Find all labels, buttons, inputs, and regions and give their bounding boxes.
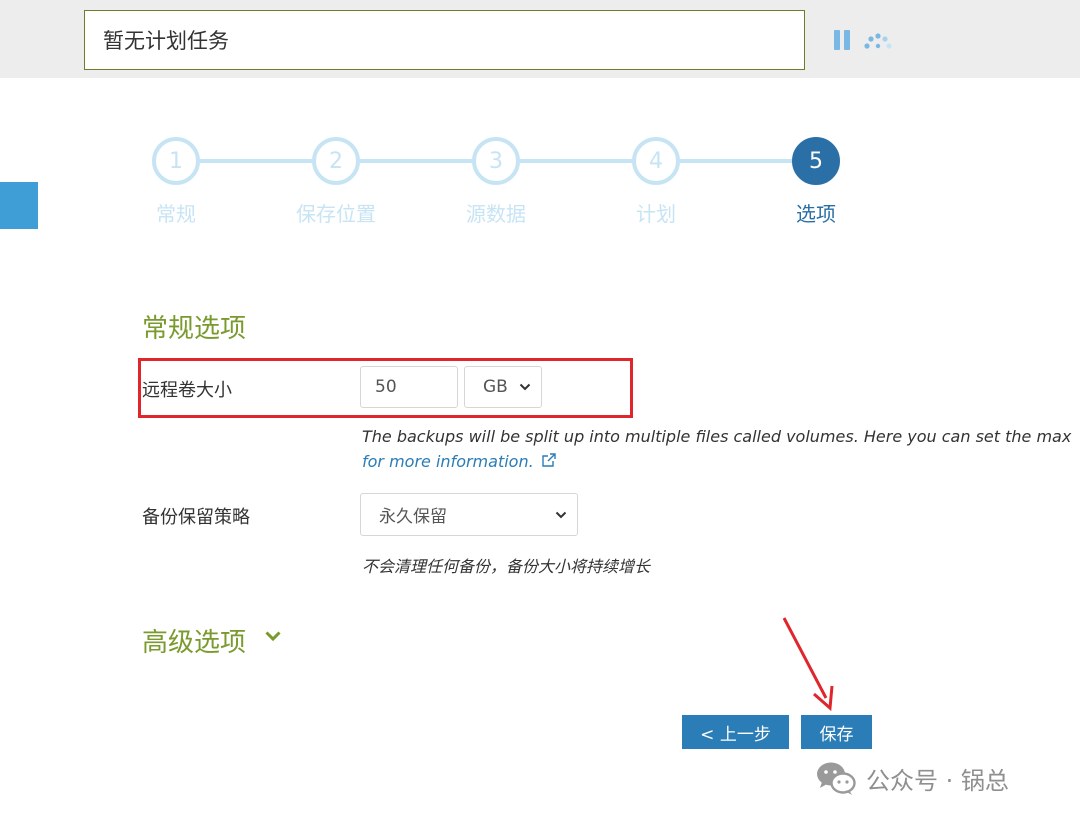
volume-size-help-text: The backups will be split up into multip…: [362, 427, 1072, 446]
watermark: 公众号 · 锅总: [816, 758, 1009, 798]
page-root: 暂无计划任务 1 2 3 4 5 常规 保存位置 源数据 计划 选项 常规选项 …: [0, 0, 1080, 821]
advanced-options-toggle[interactable]: 高级选项: [142, 622, 246, 659]
retention-policy-value: 永久保留: [379, 507, 447, 527]
more-info-link[interactable]: for more information.: [362, 452, 534, 471]
step-4-label[interactable]: 计划: [586, 198, 726, 227]
external-link-icon[interactable]: [540, 451, 558, 469]
save-button[interactable]: 保存: [801, 715, 872, 749]
retention-policy-help: 不会清理任何备份，备份大小将持续增长: [362, 557, 651, 576]
step-3-label[interactable]: 源数据: [426, 198, 566, 227]
step-3-number: 3: [489, 148, 503, 174]
step-2-label[interactable]: 保存位置: [266, 198, 406, 227]
step-2-circle[interactable]: 2: [312, 137, 360, 185]
step-1-label[interactable]: 常规: [106, 198, 246, 227]
wizard-stepper: 1 2 3 4 5 常规 保存位置 源数据 计划 选项: [0, 0, 1080, 240]
arrow-annotation-icon: [782, 617, 834, 712]
retention-policy-label: 备份保留策略: [142, 507, 250, 528]
chevron-down-icon: [555, 511, 567, 518]
step-4-circle[interactable]: 4: [632, 137, 680, 185]
retention-policy-select[interactable]: 永久保留: [360, 493, 578, 536]
step-1-circle[interactable]: 1: [152, 137, 200, 185]
wechat-icon: [817, 762, 856, 795]
step-4-number: 4: [649, 148, 663, 174]
previous-step-button[interactable]: < 上一步: [682, 715, 789, 749]
volume-size-help: The backups will be split up into multip…: [362, 427, 1071, 446]
step-connector: [356, 159, 476, 163]
step-5-circle[interactable]: 5: [792, 137, 840, 185]
step-5-number: 5: [809, 148, 823, 174]
step-2-number: 2: [329, 148, 343, 174]
step-1-number: 1: [169, 148, 183, 174]
volume-size-help-link-row: for more information.: [362, 451, 558, 471]
step-5-label[interactable]: 选项: [746, 198, 886, 227]
chevron-down-icon[interactable]: [264, 629, 282, 643]
step-connector: [196, 159, 316, 163]
step-3-circle[interactable]: 3: [472, 137, 520, 185]
step-connector: [676, 159, 796, 163]
watermark-text: 公众号 · 锅总: [866, 766, 1009, 795]
step-connector: [516, 159, 636, 163]
highlight-annotation: [138, 358, 633, 418]
general-options-title: 常规选项: [142, 314, 247, 344]
